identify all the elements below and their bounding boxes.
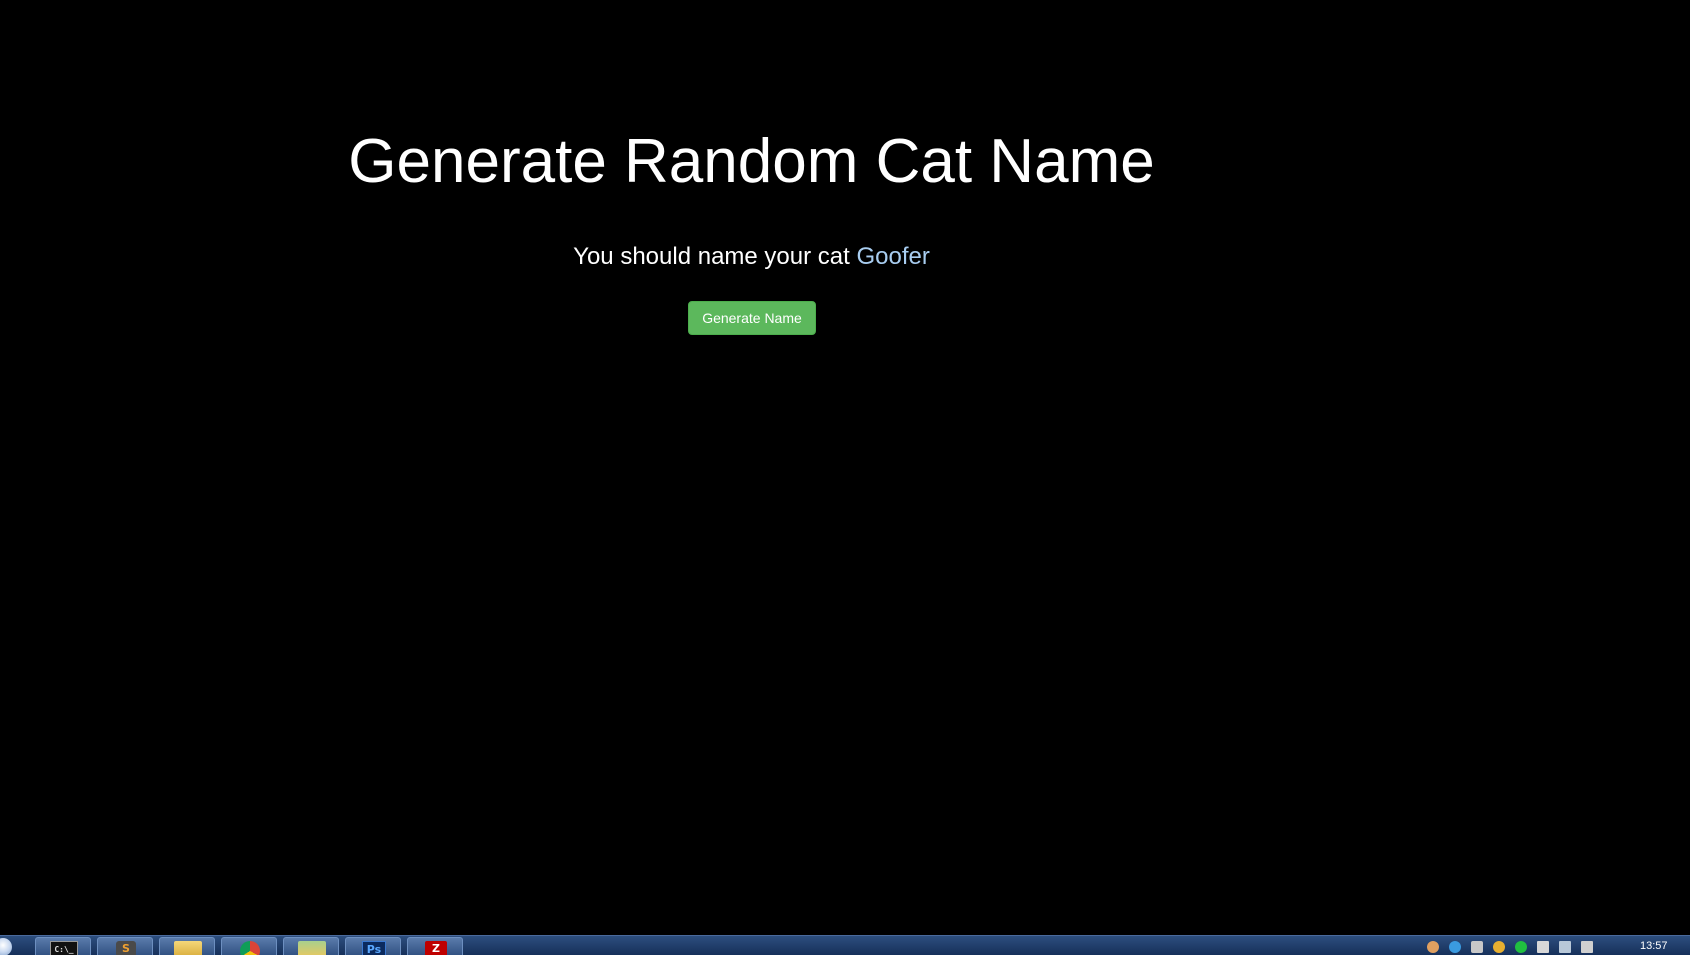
start-button-icon[interactable] (0, 938, 12, 955)
photoshop-icon: Ps (362, 941, 386, 955)
taskbar-item-cmd[interactable]: C:\_ (35, 937, 91, 955)
taskbar-item-folder[interactable] (159, 937, 215, 955)
folder-icon (174, 941, 202, 955)
tray-notification-icon[interactable] (1493, 941, 1505, 953)
network-icon[interactable] (1559, 941, 1571, 953)
chrome-icon (240, 941, 260, 955)
filezilla-icon: Z (425, 941, 447, 955)
suggestion-text: You should name your cat Goofer (0, 240, 1503, 274)
taskbar-item-photoshop[interactable]: Ps (345, 937, 401, 955)
tray-app-icon[interactable] (1427, 941, 1439, 953)
action-center-flag-icon[interactable] (1537, 941, 1549, 953)
windows-explorer-icon (298, 941, 326, 955)
taskbar-item-sublime-text[interactable]: S (97, 937, 153, 955)
page: Generate Random Cat Name You should name… (0, 0, 1690, 955)
volume-icon[interactable] (1581, 941, 1593, 953)
cat-name: Goofer (856, 243, 930, 270)
taskbar-clock[interactable]: 13:57 (1640, 939, 1668, 953)
tray-network-globe-icon[interactable] (1449, 941, 1461, 953)
cmd-icon: C:\_ (50, 941, 78, 955)
tray-lightning-icon[interactable] (1471, 941, 1483, 953)
taskbar-item-chrome[interactable] (221, 937, 277, 955)
generate-name-button[interactable]: Generate Name (688, 301, 816, 335)
page-title: Generate Random Cat Name (348, 127, 1155, 196)
tray-status-icon[interactable] (1515, 941, 1527, 953)
taskbar: C:\_ S Ps Z 13:57 (0, 935, 1690, 955)
suggestion-prefix: You should name your cat (573, 243, 850, 270)
sublime-text-icon: S (116, 941, 136, 955)
taskbar-item-windows-explorer[interactable] (283, 937, 339, 955)
taskbar-item-filezilla[interactable]: Z (407, 937, 463, 955)
